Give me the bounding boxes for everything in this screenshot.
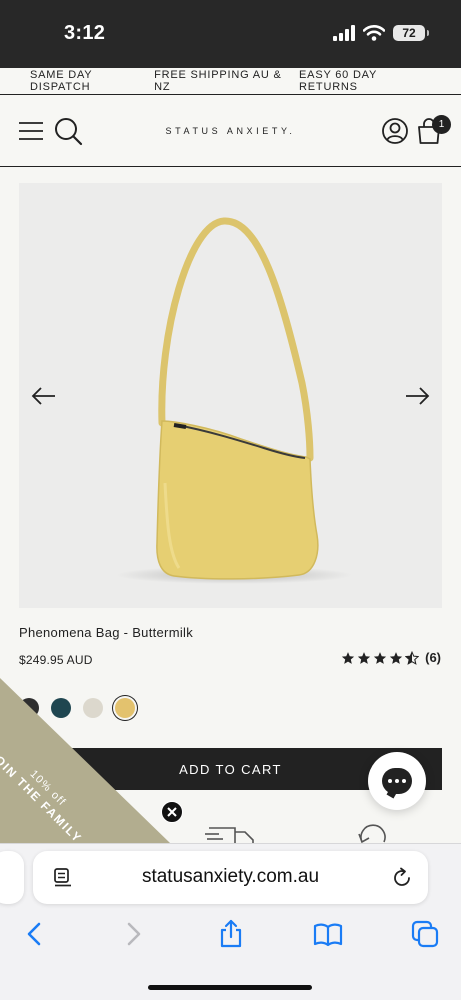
announcement-bar: SAME DAY DISPATCH FREE SHIPPING AU & NZ … xyxy=(0,68,461,95)
close-promo-button[interactable] xyxy=(161,801,183,823)
status-bar: 3:12 72 xyxy=(0,0,461,68)
chat-button[interactable] xyxy=(368,752,426,810)
share-icon[interactable] xyxy=(216,919,246,949)
star-icon xyxy=(341,651,355,664)
wifi-icon xyxy=(363,25,385,41)
arrow-left-icon[interactable] xyxy=(29,381,59,411)
cart-count-badge: 1 xyxy=(432,115,451,134)
account-icon[interactable] xyxy=(380,116,410,146)
star-icon xyxy=(373,651,387,664)
tabs-icon[interactable] xyxy=(410,919,440,949)
rating-count: (6) xyxy=(425,650,441,665)
announcement-returns: EASY 60 DAY RETURNS xyxy=(299,69,377,93)
product-rating[interactable]: (6) xyxy=(341,650,441,665)
star-icon xyxy=(389,651,403,664)
star-half-icon xyxy=(405,650,420,665)
battery-indicator: 72 xyxy=(393,25,429,41)
back-icon[interactable] xyxy=(20,919,50,949)
announcement-dispatch: SAME DAY DISPATCH xyxy=(30,69,93,93)
join-family-banner[interactable] xyxy=(0,678,170,843)
bag-illustration xyxy=(116,217,352,584)
status-time: 3:12 xyxy=(64,22,106,44)
delivery-truck-icon xyxy=(205,827,254,844)
signal-icon xyxy=(333,25,355,41)
announcement-shipping: FREE SHIPPING AU & NZ xyxy=(154,69,282,93)
arrow-right-icon[interactable] xyxy=(402,381,432,411)
chat-icon xyxy=(382,768,412,794)
close-icon xyxy=(167,807,177,817)
forward-icon[interactable] xyxy=(118,919,148,949)
star-icon xyxy=(357,651,371,664)
home-indicator xyxy=(148,985,312,990)
product-title: Phenomena Bag - Buttermilk xyxy=(19,625,193,640)
reload-icon[interactable] xyxy=(391,867,413,889)
bookmarks-icon[interactable] xyxy=(313,919,343,949)
returns-icon xyxy=(358,824,386,844)
product-price: $249.95 AUD xyxy=(19,653,93,667)
status-icons: 72 xyxy=(333,25,429,41)
product-image[interactable] xyxy=(19,183,442,608)
